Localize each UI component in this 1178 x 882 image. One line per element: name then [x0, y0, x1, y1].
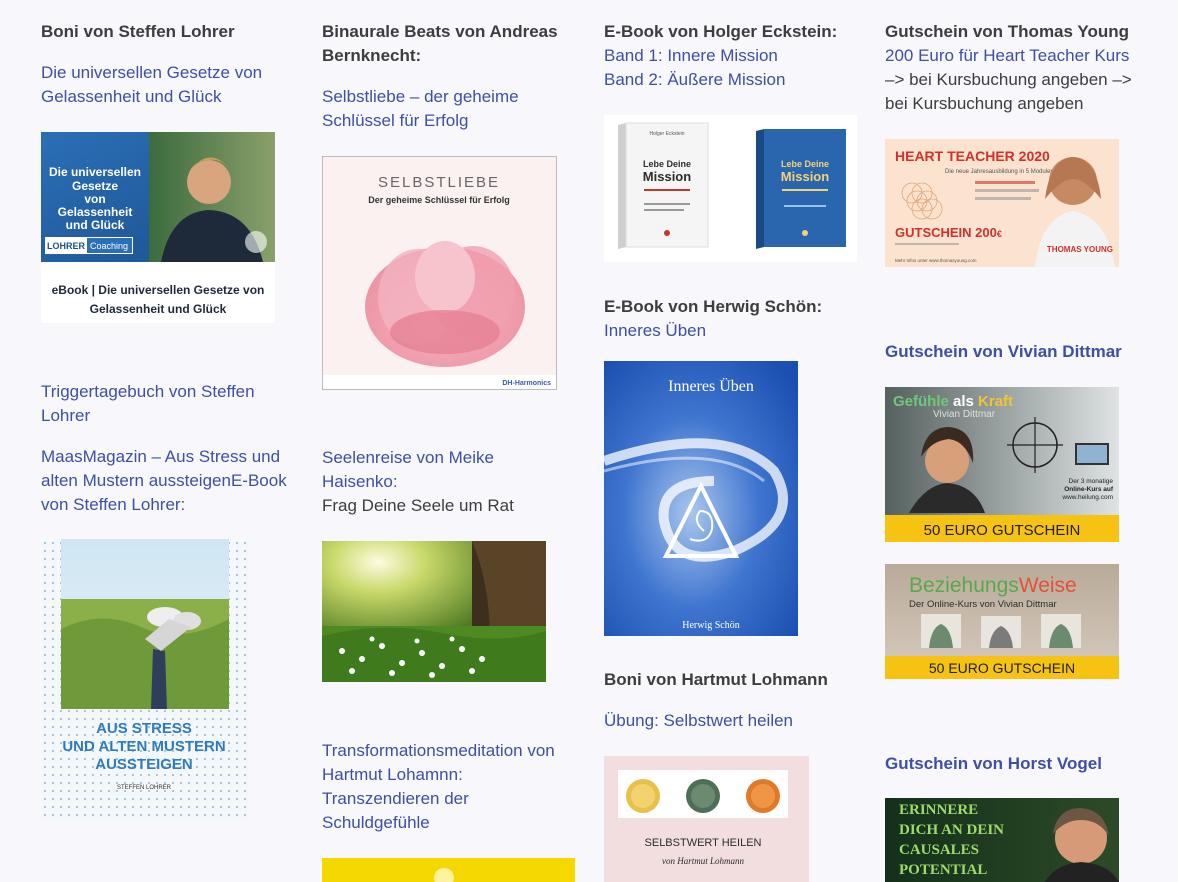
ebook-cover-lebe-deine-mission[interactable]: Holger Eckstein Lebe Deine Mission Lebe …	[604, 115, 857, 262]
badge-lohrer: LOHRER	[47, 241, 86, 251]
cover-caption-line: Gelassenheit und Glück	[90, 302, 227, 316]
banner-line: DICH AN DEIN	[899, 822, 1004, 838]
cover-author: von Hartmut Lohmann	[662, 856, 745, 866]
text-line: bei Kursbuchung angeben	[885, 94, 1084, 113]
banner-voucher: 50 EURO GUTSCHEIN	[924, 522, 1081, 539]
banner-author: Vivian Dittmar	[933, 409, 996, 420]
section-heading-thomas-young: Gutschein von Thomas Young	[885, 22, 1130, 41]
cover-title-line: Mission	[643, 169, 691, 184]
cover-title-line: Mission	[781, 169, 829, 184]
link-line: Selbstliebe – der geheime	[322, 87, 519, 106]
banner-note-line: Der 3 monatige	[1069, 478, 1114, 485]
link-line: Triggertagebuch von Steffen	[41, 382, 255, 401]
cover-author: Herwig Schön	[682, 620, 740, 631]
banner-web: Mehr Infos unter www.thomasyoung.com	[895, 258, 977, 263]
banner-note-line: www.heilung.com	[1061, 494, 1113, 501]
banner-name: THOMAS YOUNG	[1047, 245, 1113, 254]
cover-author: Holger Eckstein	[649, 131, 684, 137]
link-band-2[interactable]: Band 2: Äußere Mission	[604, 68, 785, 92]
image-meadow[interactable]	[322, 541, 546, 682]
link-triggertagebuch[interactable]: Triggertagebuch von Steffen Lohrer	[41, 380, 255, 428]
text-frag-deine-seele: Frag Deine Seele um Rat	[322, 496, 514, 515]
banner-beziehungsweise[interactable]: BeziehungsWeise Der Online-Kurs von Vivi…	[885, 564, 1119, 679]
cover-title-line: von	[84, 192, 105, 206]
cover-title: SELBSTWERT HEILEN	[645, 837, 762, 849]
cover-title-line: AUS STRESS	[96, 720, 192, 737]
banner-note-line: Online-Kurs auf	[1064, 486, 1114, 493]
banner-title: HEART TEACHER 2020	[895, 148, 1050, 164]
cover-title: SELBSTLIEBE	[378, 174, 500, 191]
section-heading-horst-vogel[interactable]: Gutschein von Horst Vogel	[885, 752, 1102, 776]
banner-title: BeziehungsWeise	[909, 574, 1077, 597]
banner-causales-potential[interactable]: ERINNERE DICH AN DEIN CAUSALES POTENTIAL	[885, 798, 1119, 882]
cover-author: STEFFEN LOHRER	[117, 785, 172, 791]
cover-title-line: Die universellen	[49, 165, 141, 179]
ebook-cover-universelle-gesetze[interactable]: LOHRER Coaching Die universellen Gesetze…	[41, 132, 275, 323]
cover-title-line: UND ALTEN MUSTERN	[62, 738, 225, 755]
link-line: Transformationsmeditation von	[322, 741, 555, 760]
cover-title-line: und Glück	[66, 218, 125, 232]
cover-title-line: Gesetze	[72, 179, 118, 193]
link-line: Gelassenheit und Glück	[41, 87, 222, 106]
banner-subtitle: Die neue Jahresausbildung in 5 Modulen	[945, 169, 1054, 175]
banner-line: CAUSALES	[899, 842, 979, 858]
section-heading-holger-eckstein: E-Book von Holger Eckstein:	[604, 22, 838, 41]
link-universelle-gesetze[interactable]: Die universellen Gesetze von Gelassenhei…	[41, 61, 262, 109]
section-heading-vivian-dittmar[interactable]: Gutschein von Vivian Dittmar	[885, 340, 1122, 364]
link-band-1[interactable]: Band 1: Innere Mission	[604, 44, 778, 68]
link-line: Lohrer	[41, 406, 91, 425]
link-transformationsmeditation[interactable]: Transformationsmeditation von Hartmut Lo…	[322, 739, 555, 835]
link-maasmagazin[interactable]: MaasMagazin – Aus Stress und alten Muste…	[41, 445, 291, 517]
ebook-cover-inneres-ueben[interactable]: Inneres Üben Herwig Schön	[604, 361, 798, 636]
cover-caption-line: eBook | Die universellen Gesetze von	[52, 283, 265, 297]
banner-voucher: GUTSCHEIN 200€	[895, 225, 1002, 240]
link-line: Transzendieren der	[322, 789, 469, 808]
link-line: von Steffen Lohrer:	[41, 495, 186, 514]
link-selbstliebe[interactable]: Selbstliebe – der geheime Schlüssel für …	[322, 85, 519, 133]
cover-subtitle: Der geheime Schlüssel für Erfolg	[368, 195, 510, 205]
cover-title-line: Lebe Deine	[781, 159, 829, 169]
cover-title-line: AUSSTEIGEN	[95, 756, 193, 773]
cover-selbstliebe[interactable]: SELBSTLIEBE Der geheime Schlüssel für Er…	[322, 156, 557, 390]
section-heading-steffen-lohrer: Boni von Steffen Lohrer	[41, 22, 235, 41]
section-heading-andreas-bernknecht: Binaurale Beats von Andreas Bernknecht:	[322, 20, 558, 68]
cover-selbstwert-heilen[interactable]: SELBSTWERT HEILEN von Hartmut Lohmann	[604, 756, 809, 882]
heading-line: Bernknecht:	[322, 46, 422, 65]
badge-coaching: Coaching	[90, 241, 128, 251]
link-line: Die universellen Gesetze von	[41, 63, 263, 82]
section-heading-herwig-schoen: E-Book von Herwig Schön:	[604, 297, 823, 316]
image-transformation-yellow[interactable]	[322, 858, 575, 882]
link-line: Haisenko:	[322, 472, 398, 491]
cover-title-line: Lebe Deine	[643, 159, 691, 169]
link-line: Hartmut Lohamnn:	[322, 765, 463, 784]
link-selbstwert-heilen[interactable]: Übung: Selbstwert heilen	[604, 709, 793, 733]
cover-title-line: Gelassenheit	[58, 205, 133, 219]
banner-heart-teacher[interactable]: HEART TEACHER 2020 Die neue Jahresausbil…	[885, 139, 1119, 267]
banner-gefuehle-als-kraft[interactable]: Gefühle als Kraft Vivian Dittmar Der 3 m…	[885, 387, 1119, 542]
banner-voucher: 50 EURO GUTSCHEIN	[929, 660, 1075, 676]
heading-line: Binaurale Beats von Andreas	[322, 22, 558, 41]
link-inneres-ueben[interactable]: Inneres Üben	[604, 319, 706, 343]
link-line: Schlüssel für Erfolg	[322, 111, 469, 130]
ebook-cover-aus-stress[interactable]: AUS STRESS UND ALTEN MUSTERN AUSSTEIGEN …	[41, 539, 248, 821]
banner-title: Gefühle als Kraft	[893, 393, 1013, 410]
link-heart-teacher[interactable]: 200 Euro für Heart Teacher Kurs	[885, 44, 1129, 68]
cover-title: Inneres Üben	[668, 377, 754, 395]
link-line: alten Mustern aussteigenE-Book	[41, 471, 287, 490]
page: Boni von Steffen Lohrer Die universellen…	[0, 0, 1178, 882]
link-line: MaasMagazin – Aus Stress und	[41, 447, 281, 466]
banner-line: ERINNERE	[899, 802, 978, 818]
link-line: Schuldgefühle	[322, 813, 430, 832]
text-kursbuchung: –> bei Kursbuchung angeben –> bei Kursbu…	[885, 68, 1132, 116]
section-heading-hartmut-lohmann: Boni von Hartmut Lohmann	[604, 670, 828, 689]
banner-subtitle: Der Online-Kurs von Vivian Dittmar	[909, 599, 1057, 610]
banner-line: POTENTIAL	[899, 862, 987, 878]
link-seelenreise[interactable]: Seelenreise von Meike Haisenko:	[322, 446, 494, 494]
logo-dh-harmonics: DH-Harmonics	[502, 380, 551, 387]
link-line: Seelenreise von Meike	[322, 448, 494, 467]
text-line: –> bei Kursbuchung angeben –>	[885, 70, 1132, 89]
